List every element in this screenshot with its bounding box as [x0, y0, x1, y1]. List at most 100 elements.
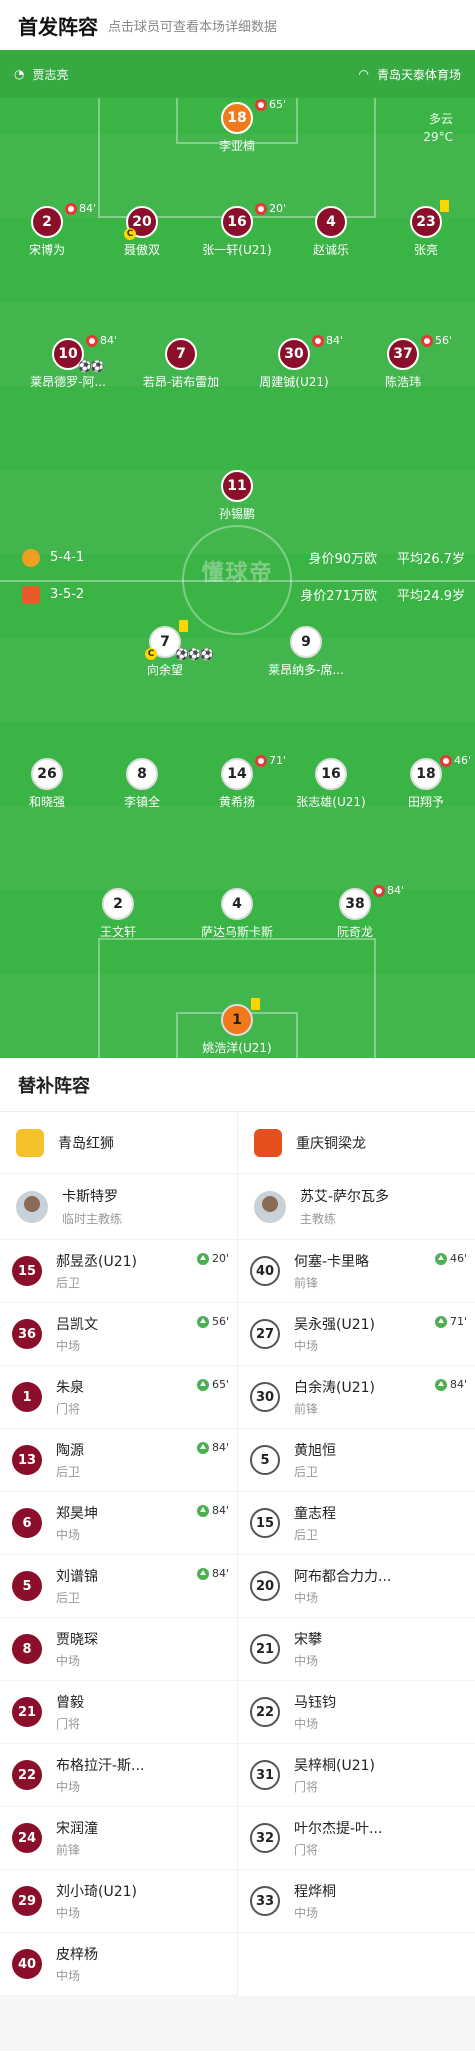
sub-off-icon — [255, 202, 267, 215]
sub-player-row[interactable]: 15 郝昱丞(U21) 后卫 20' — [0, 1240, 237, 1303]
sub-player-name: 吴永强(U21) — [294, 1317, 375, 1333]
sub-player-row[interactable]: 27 吴永强(U21) 中场 71' — [238, 1303, 475, 1366]
away-player[interactable]: 4 萨达乌斯卡斯 — [177, 888, 297, 940]
player-number: 7 — [165, 338, 197, 370]
sub-player-row[interactable]: 21 曾毅 门将 — [0, 1681, 237, 1744]
sub-player-position: 中场 — [56, 1969, 81, 1983]
stadium-icon: ◠ — [358, 67, 369, 81]
home-player[interactable]: 30 84' 周建铖(U21) — [234, 334, 354, 390]
away-player[interactable]: 1 姚浩洋(U21) — [177, 998, 297, 1056]
sub-player-row[interactable]: 21 宋攀 中场 — [238, 1618, 475, 1681]
away-player[interactable]: 2 王文轩 — [58, 888, 178, 940]
sub-player-row[interactable]: 30 白余涛(U21) 前锋 84' — [238, 1366, 475, 1429]
player-number: 38 — [339, 888, 371, 920]
sub-off-indicator: 84' — [373, 884, 404, 897]
sub-player-name: 曾毅 — [56, 1695, 84, 1711]
sub-player-row[interactable]: 31 吴梓桐(U21) 门将 — [238, 1744, 475, 1807]
player-number: 16 — [315, 758, 347, 790]
away-value: 身价271万欧 — [300, 589, 378, 604]
sub-player-row[interactable]: 22 马钰钧 中场 — [238, 1681, 475, 1744]
sub-player-row[interactable]: 32 叶尔杰提-叶... 门将 — [238, 1807, 475, 1870]
player-number: 1 — [221, 1004, 253, 1036]
coach-avatar — [254, 1190, 286, 1223]
sub-player-number: 6 — [12, 1508, 42, 1538]
away-team-logo-icon — [254, 1128, 282, 1157]
home-subs: 青岛红狮 卡斯特罗 临时主教练 15 郝昱丞(U21) 后卫 20' 36 吕凯文 中场 56'… — [0, 1112, 238, 1996]
sub-on-icon — [196, 1504, 209, 1517]
sub-player-row[interactable]: 20 阿布都合力力... 中场 — [238, 1555, 475, 1618]
sub-player-name: 郑昊坤 — [56, 1506, 98, 1522]
sub-off-icon — [255, 98, 267, 111]
coach-role: 主教练 — [300, 1212, 337, 1226]
sub-player-name: 宋攀 — [294, 1632, 322, 1648]
sub-player-position: 中场 — [294, 1717, 319, 1731]
sub-off-icon — [421, 334, 433, 347]
home-coach[interactable]: 卡斯特罗 临时主教练 — [0, 1174, 237, 1240]
sub-player-name: 刘谱锦 — [56, 1569, 98, 1585]
sub-player-row[interactable]: 1 朱泉 门将 65' — [0, 1366, 237, 1429]
home-player[interactable]: 7 若昂-诺布雷加 — [121, 338, 241, 390]
home-player[interactable]: 11 孙锡鹏 — [177, 470, 297, 522]
home-player[interactable]: 10 84' ⚽⚽ 莱昂德罗-阿... — [8, 334, 128, 390]
sub-on-indicator: 84' — [196, 1441, 229, 1454]
sub-player-row[interactable]: 36 吕凯文 中场 56' — [0, 1303, 237, 1366]
home-player[interactable]: 23 张亮 — [366, 200, 475, 258]
sub-player-row[interactable]: 29 刘小琦(U21) 中场 — [0, 1870, 237, 1933]
sub-off-indicator: 84' — [312, 334, 343, 347]
away-team-header[interactable]: 重庆铜梁龙 — [238, 1112, 475, 1174]
sub-player-row[interactable]: 5 刘谱锦 后卫 84' — [0, 1555, 237, 1618]
player-name: 王文轩 — [99, 925, 136, 939]
away-player[interactable]: 18 46' 田翔予 — [366, 754, 475, 810]
page-footer — [0, 1996, 475, 2051]
home-player[interactable]: 37 56' 陈浩玮 — [343, 334, 463, 390]
sub-player-position: 中场 — [294, 1906, 319, 1920]
home-team-header[interactable]: 青岛红狮 — [0, 1112, 237, 1174]
away-player[interactable]: 9 莱昂纳多-席... — [246, 626, 366, 678]
sub-player-position: 后卫 — [294, 1528, 319, 1542]
sub-player-row[interactable]: 33 程烨桐 中场 — [238, 1870, 475, 1933]
sub-player-name: 郝昱丞(U21) — [56, 1254, 137, 1270]
sub-off-icon — [312, 334, 324, 347]
sub-player-number: 40 — [250, 1256, 280, 1286]
away-formation: 3-5-2 — [50, 587, 85, 602]
sub-player-number: 22 — [250, 1697, 280, 1727]
sub-player-row[interactable]: 40 何塞-卡里略 前锋 46' — [238, 1240, 475, 1303]
page-title: 首发阵容 — [18, 14, 98, 39]
sub-player-position: 中场 — [294, 1339, 319, 1353]
player-name: 田翔予 — [407, 795, 444, 809]
home-player[interactable]: 18 65' 李亚楠 — [177, 98, 297, 154]
sub-player-position: 前锋 — [294, 1276, 319, 1290]
sub-player-row[interactable]: 6 郑昊坤 中场 84' — [0, 1492, 237, 1555]
player-number: 14 — [221, 758, 253, 790]
sub-player-row[interactable]: 15 童志程 后卫 — [238, 1492, 475, 1555]
sub-player-row[interactable]: 5 黄旭恒 后卫 — [238, 1429, 475, 1492]
sub-player-name: 布格拉汗-斯... — [56, 1758, 145, 1774]
page-hint: 点击球员可查看本场详细数据 — [108, 19, 278, 35]
sub-player-row[interactable]: 40 皮梓杨 中场 — [0, 1933, 237, 1996]
player-name: 姚浩洋(U21) — [202, 1041, 272, 1055]
player-name: 孙锡鹏 — [218, 507, 255, 521]
sub-player-row[interactable]: 13 陶源 后卫 84' — [0, 1429, 237, 1492]
player-name: 莱昂德罗-阿... — [30, 375, 106, 389]
sub-player-number: 21 — [250, 1634, 280, 1664]
sub-player-row[interactable]: 22 布格拉汗-斯... 中场 — [0, 1744, 237, 1807]
away-player[interactable]: 38 84' 阮奇龙 — [295, 884, 415, 940]
sub-player-number: 5 — [250, 1445, 280, 1475]
sub-player-row[interactable]: 8 贾晓琛 中场 — [0, 1618, 237, 1681]
away-coach[interactable]: 苏艾-萨尔瓦多 主教练 — [238, 1174, 475, 1240]
sub-off-indicator: 56' — [421, 334, 452, 347]
pitch: ◔ 贾志亮 ◠ 青岛天泰体育场 多云 29°C 懂球帝 5-4-1 身价90万欧 平… — [0, 50, 475, 1058]
player-number: 9 — [290, 626, 322, 658]
away-player[interactable]: 7 C ⚽⚽⚽ 向余望 — [105, 620, 225, 678]
sub-player-row[interactable]: 24 宋润潼 前锋 — [0, 1807, 237, 1870]
sub-player-position: 中场 — [56, 1339, 81, 1353]
sub-on-icon — [196, 1378, 209, 1391]
sub-player-number: 22 — [12, 1760, 42, 1790]
player-number: 23 — [410, 206, 442, 238]
away-team-name: 重庆铜梁龙 — [296, 1135, 366, 1152]
sub-on-icon — [196, 1315, 209, 1328]
sub-off-icon — [440, 754, 452, 767]
player-name: 若昂-诺布雷加 — [142, 375, 220, 389]
player-number: 37 — [387, 338, 419, 370]
coach-role: 临时主教练 — [62, 1212, 123, 1226]
